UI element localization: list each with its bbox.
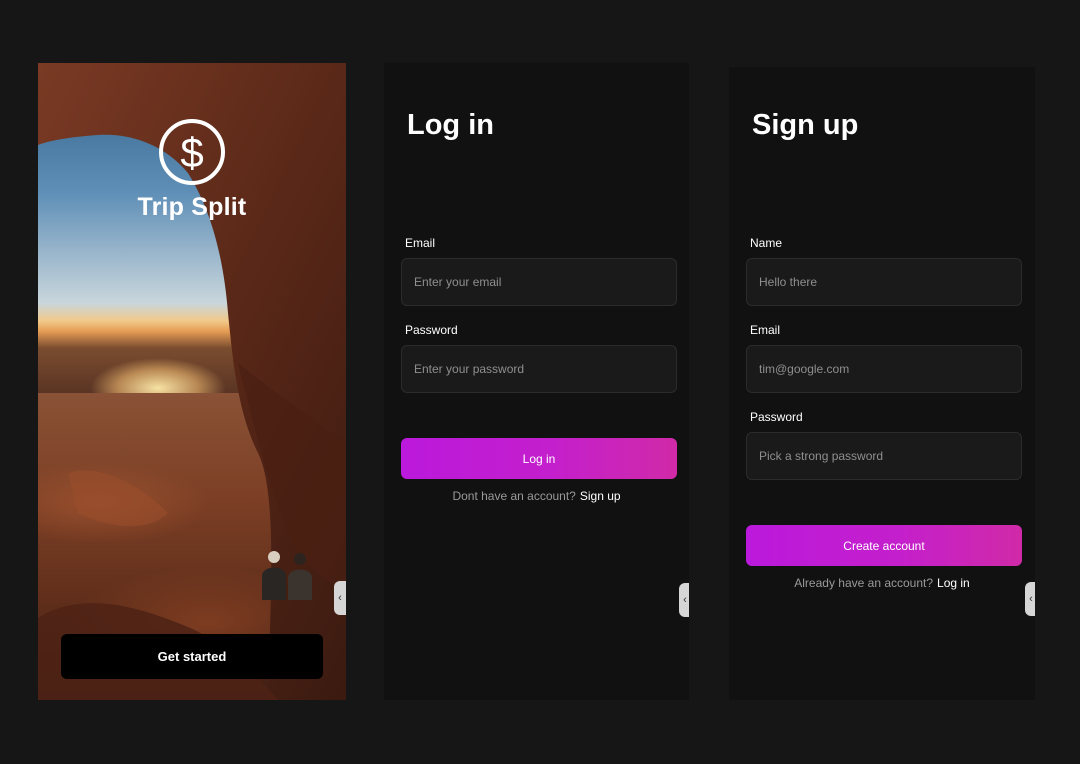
signup-prompt-text: Dont have an account? xyxy=(452,489,576,503)
chevron-left-icon[interactable]: ‹ xyxy=(334,581,346,615)
signup-screen: Sign up Name Email Password Create accou… xyxy=(729,67,1035,700)
page-title: Log in xyxy=(407,109,494,141)
signup-prompt: Dont have an account? Sign up xyxy=(384,489,689,503)
travelers-silhouette xyxy=(262,551,312,600)
password-label: Password xyxy=(405,323,458,337)
signup-link[interactable]: Sign up xyxy=(580,489,621,503)
login-screen: Log in Email Password Log in Dont have a… xyxy=(384,63,689,700)
login-link[interactable]: Log in xyxy=(937,576,970,590)
email-field[interactable] xyxy=(746,345,1022,393)
password-label: Password xyxy=(750,410,803,424)
create-account-button[interactable]: Create account xyxy=(746,525,1022,566)
login-prompt-text: Already have an account? xyxy=(794,576,934,590)
email-label: Email xyxy=(750,323,781,337)
email-label: Email xyxy=(405,236,436,250)
password-field[interactable] xyxy=(401,345,677,393)
chevron-left-icon[interactable]: ‹ xyxy=(679,583,689,617)
login-button[interactable]: Log in xyxy=(401,438,677,479)
name-field[interactable] xyxy=(746,258,1022,306)
password-field[interactable] xyxy=(746,432,1022,480)
email-field[interactable] xyxy=(401,258,677,306)
chevron-left-icon[interactable]: ‹ xyxy=(1025,582,1035,616)
splash-screen: $ Trip Split Get started ‹ xyxy=(38,63,346,700)
login-prompt: Already have an account? Log in xyxy=(729,576,1035,590)
name-label: Name xyxy=(750,236,783,250)
svg-text:$: $ xyxy=(180,129,203,176)
get-started-button[interactable]: Get started xyxy=(61,634,323,679)
page-title: Sign up xyxy=(752,109,859,141)
app-brand-name: Trip Split xyxy=(137,193,247,221)
dollar-coin-icon: $ xyxy=(159,119,225,185)
